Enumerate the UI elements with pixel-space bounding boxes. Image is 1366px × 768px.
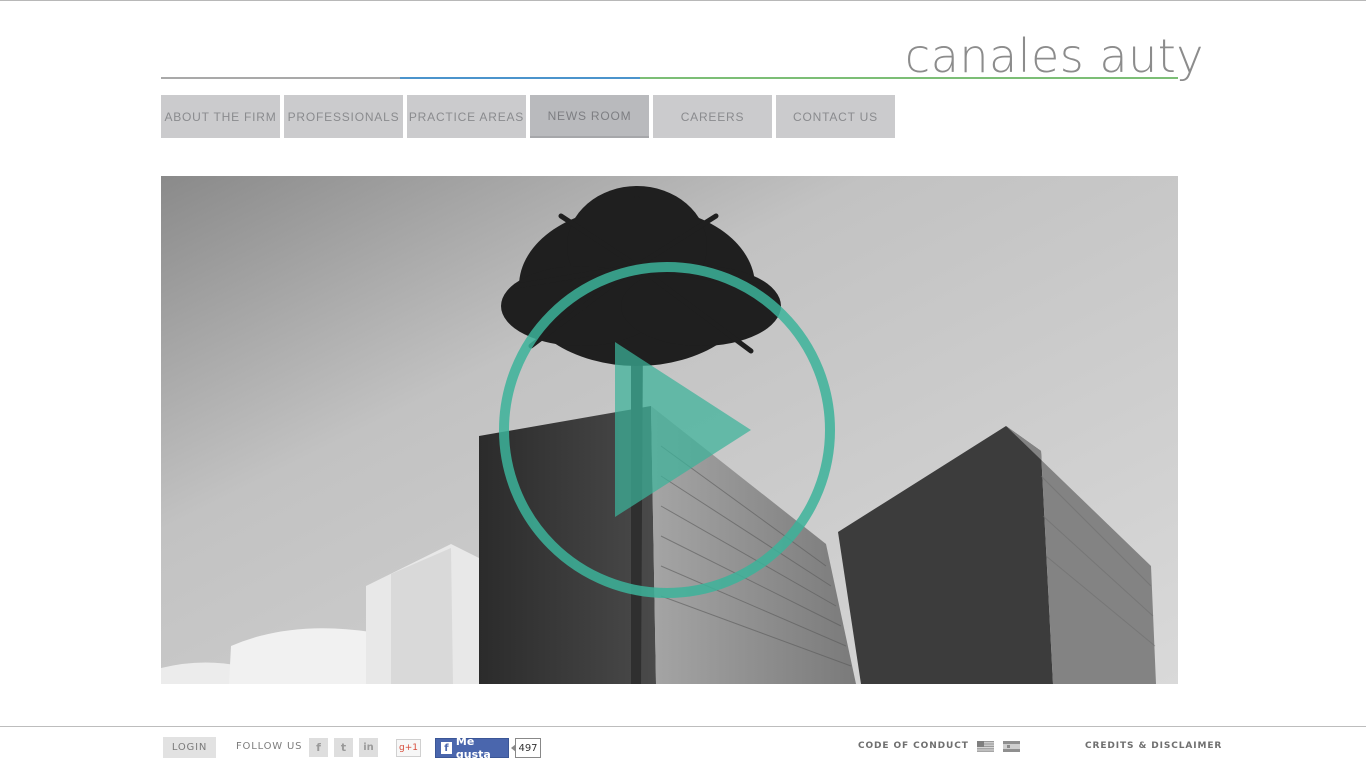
- nav-professionals[interactable]: PROFESSIONALS: [284, 95, 403, 138]
- facebook-like-button[interactable]: f Me gusta: [435, 735, 509, 761]
- facebook-like-label: Me gusta: [455, 735, 491, 761]
- nav-contact-us[interactable]: CONTACT US: [776, 95, 895, 138]
- code-of-conduct-link[interactable]: CODE OF CONDUCT: [858, 741, 969, 751]
- spain-flag-icon[interactable]: [1003, 741, 1020, 752]
- logo[interactable]: canales auty: [905, 28, 1204, 84]
- follow-us-label: FOLLOW US: [236, 741, 303, 752]
- header-line-blue: [400, 77, 640, 79]
- top-rule: [0, 0, 1366, 1]
- header-line-gray: [161, 77, 400, 79]
- us-flag-icon[interactable]: [977, 741, 994, 752]
- nav-news-room[interactable]: NEWS ROOM: [530, 95, 649, 138]
- footer: LOGIN FOLLOW US f t in g+1 f Me gusta 49…: [0, 727, 1366, 768]
- facebook-icon[interactable]: f: [309, 738, 328, 757]
- linkedin-icon[interactable]: in: [359, 738, 378, 757]
- credits-disclaimer-link[interactable]: CREDITS & DISCLAIMER: [1085, 741, 1222, 751]
- google-plus-button[interactable]: g+1: [396, 739, 421, 757]
- twitter-icon[interactable]: t: [334, 738, 353, 757]
- play-circle-icon[interactable]: [496, 259, 839, 602]
- header-line-green: [640, 77, 1178, 79]
- nav-about-the-firm[interactable]: ABOUT THE FIRM: [161, 95, 280, 138]
- facebook-logo-icon: f: [441, 742, 452, 754]
- hero-video[interactable]: [161, 176, 1178, 684]
- nav-careers[interactable]: CAREERS: [653, 95, 772, 138]
- nav-practice-areas[interactable]: PRACTICE AREAS: [407, 95, 526, 138]
- facebook-like-count: 497: [511, 738, 541, 758]
- login-button[interactable]: LOGIN: [163, 737, 216, 758]
